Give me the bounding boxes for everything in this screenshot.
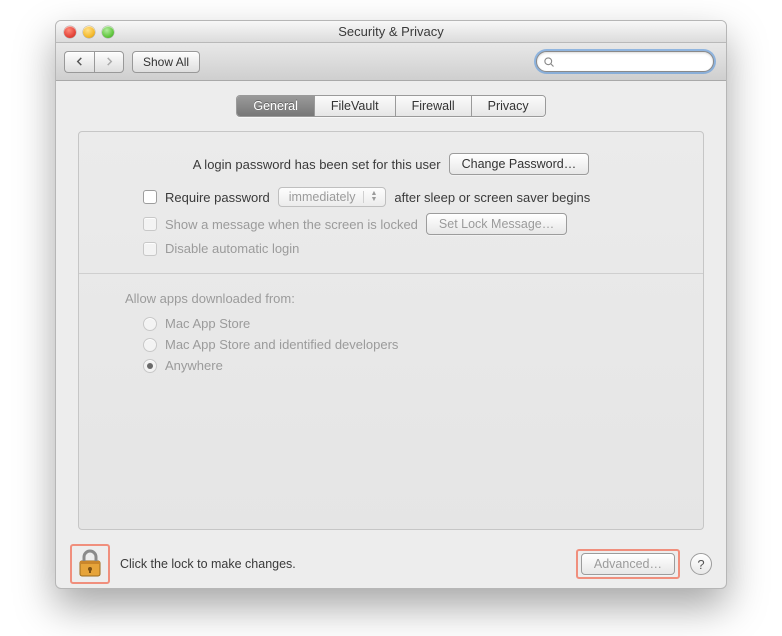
lock-icon[interactable]: [77, 549, 103, 579]
minimize-window-button[interactable]: [83, 26, 95, 38]
back-button[interactable]: [64, 51, 94, 73]
login-password-set-label: A login password has been set for this u…: [193, 157, 441, 172]
search-input[interactable]: [559, 54, 718, 70]
radio-anywhere: [143, 359, 157, 373]
require-password-suffix: after sleep or screen saver begins: [394, 190, 590, 205]
show-message-row: Show a message when the screen is locked…: [143, 213, 685, 235]
set-lock-message-button: Set Lock Message…: [426, 213, 567, 235]
require-password-delay-value: immediately: [289, 190, 356, 204]
show-all-button[interactable]: Show All: [132, 51, 200, 73]
allow-apps-header-row: Allow apps downloaded from:: [125, 291, 685, 306]
window-title: Security & Privacy: [56, 24, 726, 39]
tab-firewall[interactable]: Firewall: [396, 96, 472, 116]
require-password-label: Require password: [165, 190, 270, 205]
advanced-button[interactable]: Advanced…: [581, 553, 675, 575]
radio-identified-row: Mac App Store and identified developers: [143, 337, 685, 352]
show-lock-message-checkbox: [143, 217, 157, 231]
search-icon: [543, 56, 555, 68]
change-password-button[interactable]: Change Password…: [449, 153, 590, 175]
radio-anywhere-label: Anywhere: [165, 358, 223, 373]
login-password-row: A login password has been set for this u…: [97, 153, 685, 175]
disable-auto-login-row: Disable automatic login: [143, 241, 685, 256]
radio-mac-app-store: [143, 317, 157, 331]
radio-identified-label: Mac App Store and identified developers: [165, 337, 398, 352]
stepper-icon: ▲▼: [363, 191, 377, 203]
allow-apps-header: Allow apps downloaded from:: [125, 291, 295, 306]
search-field[interactable]: [536, 51, 714, 72]
radio-mac-app-store-label: Mac App Store: [165, 316, 250, 331]
lock-highlight: [70, 544, 110, 584]
radio-anywhere-row: Anywhere: [143, 358, 685, 373]
nav-buttons: [64, 51, 124, 73]
window-controls: [64, 26, 114, 38]
advanced-highlight: Advanced…: [576, 549, 680, 579]
divider: [79, 273, 703, 274]
close-window-button[interactable]: [64, 26, 76, 38]
toolbar: Show All: [56, 43, 726, 81]
disable-auto-login-label: Disable automatic login: [165, 241, 299, 256]
tab-bar: General FileVault Firewall Privacy: [78, 95, 704, 117]
titlebar: Security & Privacy: [56, 21, 726, 43]
require-password-checkbox[interactable]: [143, 190, 157, 204]
tab-general[interactable]: General: [237, 96, 314, 116]
require-password-row: Require password immediately ▲▼ after sl…: [143, 187, 685, 207]
chevron-right-icon: [105, 57, 114, 66]
forward-button[interactable]: [94, 51, 124, 73]
preferences-window: Security & Privacy Show All: [55, 20, 727, 589]
footer: Click the lock to make changes. Advanced…: [56, 540, 726, 588]
radio-identified-developers: [143, 338, 157, 352]
show-lock-message-label: Show a message when the screen is locked: [165, 217, 418, 232]
content-area: General FileVault Firewall Privacy A log…: [56, 81, 726, 540]
tab-filevault[interactable]: FileVault: [315, 96, 396, 116]
require-password-delay-popup[interactable]: immediately ▲▼: [278, 187, 387, 207]
help-button[interactable]: ?: [690, 553, 712, 575]
show-all-label: Show All: [143, 55, 189, 69]
lock-hint-text: Click the lock to make changes.: [120, 557, 296, 571]
general-pane: A login password has been set for this u…: [78, 131, 704, 530]
zoom-window-button[interactable]: [102, 26, 114, 38]
tab-privacy[interactable]: Privacy: [472, 96, 545, 116]
help-icon: ?: [697, 557, 704, 572]
radio-mac-app-store-row: Mac App Store: [143, 316, 685, 331]
disable-auto-login-checkbox: [143, 242, 157, 256]
chevron-left-icon: [75, 57, 84, 66]
